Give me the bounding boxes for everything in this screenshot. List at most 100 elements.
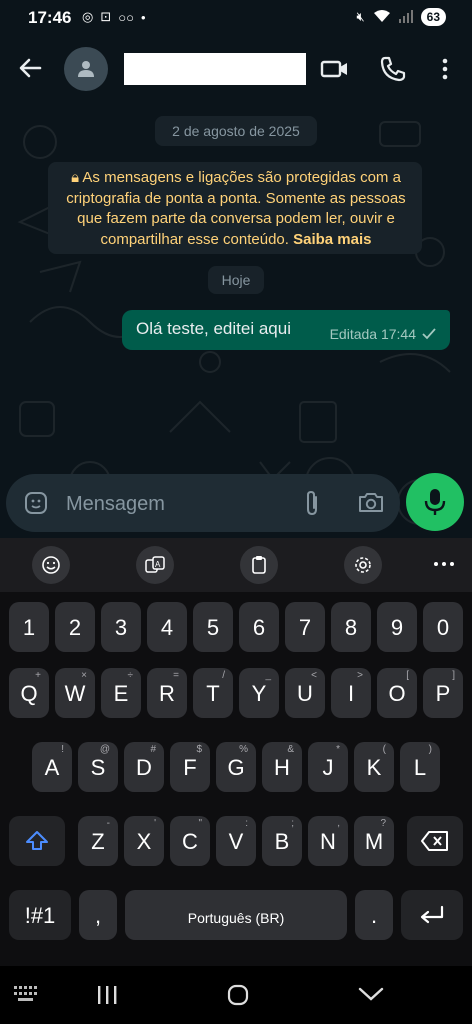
key-g-label: G [227,755,245,780]
key-f[interactable]: F $ [170,742,210,792]
video-call-icon[interactable] [320,54,350,84]
key-q[interactable]: Q + [9,668,49,718]
key-s[interactable]: S @ [78,742,118,792]
key-b-label: B [274,829,290,854]
encryption-notice[interactable]: 🔒︎ As mensagens e ligações são protegida… [48,162,422,254]
key-4[interactable]: 4 [147,602,187,652]
translate-icon[interactable]: A [136,546,174,584]
contact-name-redacted[interactable] [124,53,306,85]
back-chevron-icon[interactable] [358,986,384,1007]
key-8[interactable]: 8 [331,602,371,652]
key-w-secondary: × [81,670,87,681]
key-l-secondary: ) [428,744,432,755]
key-w[interactable]: W × [55,668,95,718]
key-j-secondary: * [336,744,340,755]
microphone-icon [424,489,446,515]
attach-clip-icon[interactable] [302,489,322,522]
enter-key[interactable] [401,890,463,940]
key-g[interactable]: G% [216,742,256,792]
key-k-label: K [366,755,382,780]
message-input[interactable] [64,486,278,522]
key-d-label: D [136,755,152,780]
key-h[interactable]: H & [262,742,302,792]
key-d-secondary: # [150,744,156,755]
key-c-label: C [182,829,198,854]
key-2[interactable]: 2 [55,602,95,652]
key-m[interactable]: M? [354,816,394,866]
key-e[interactable]: E ÷ [101,668,141,718]
home-icon[interactable] [226,983,250,1012]
key-o[interactable]: O[ [377,668,417,718]
key-r-label: R [159,681,175,706]
key-a-label: A [44,755,60,780]
key-7-label: 7 [298,615,312,640]
key-a[interactable]: A! [32,742,72,792]
key-6[interactable]: 6 [239,602,279,652]
check-sent-icon [422,328,436,340]
key-v[interactable]: V: [216,816,256,866]
key-5[interactable]: 5 [193,602,233,652]
battery-level: 63 [420,8,446,26]
settings-icon[interactable] [344,546,382,584]
key-x-label: X [136,829,152,854]
key-h-secondary: & [287,744,294,755]
period-key[interactable]: . [355,890,393,940]
recents-icon[interactable] [96,984,118,1011]
enter-icon [420,905,444,924]
chat-header [0,36,472,102]
chat-area[interactable]: 2 de agosto de 2025 🔒︎ As mensagens e li… [0,102,472,538]
key-k[interactable]: K( [354,742,394,792]
outgoing-message-bubble[interactable]: Olá teste, editei aqui Editada 17:44 [122,310,450,350]
avatar[interactable] [64,47,108,91]
notification-icon: ◎ [82,9,94,24]
key-j[interactable]: J * [308,742,348,792]
clipboard-icon[interactable] [240,546,278,584]
backspace-key[interactable] [407,816,463,866]
key-c[interactable]: C " [170,816,210,866]
microphone-button[interactable] [406,473,464,531]
key-i[interactable]: I > [331,668,371,718]
key-0[interactable]: 0 [423,602,463,652]
key-l[interactable]: L) [400,742,440,792]
phone-call-icon[interactable] [378,54,408,84]
emoji-icon[interactable] [32,546,70,584]
key-2-label: 2 [68,615,82,640]
symbols-key[interactable]: !#1 [9,890,71,940]
key-u[interactable]: U < [285,668,325,718]
key-z[interactable]: Z- [78,816,118,866]
key-d[interactable]: D # [124,742,164,792]
key-0-label: 0 [436,615,450,640]
screenshot-icon: ⊡ [100,9,112,24]
key-b[interactable]: B; [262,816,302,866]
key-c-secondary: " [198,818,202,829]
sticker-icon[interactable] [24,491,48,520]
key-y[interactable]: Y _ [239,668,279,718]
space-key[interactable]: Português (BR) [125,890,347,940]
period-key-label: . [370,903,378,928]
key-9[interactable]: 9 [377,602,417,652]
key-h-label: H [274,755,290,780]
key-x[interactable]: X ' [124,816,164,866]
key-r[interactable]: R = [147,668,187,718]
key-1[interactable]: 1 [9,602,49,652]
date-chip: 2 de agosto de 2025 [155,116,317,146]
comma-key[interactable]: , [79,890,117,940]
comma-key-label: , [94,903,102,928]
keyboard-grid-icon[interactable] [14,986,38,1007]
key-t[interactable]: T / [193,668,233,718]
key-n-secondary: , [337,818,340,829]
learn-more-link[interactable]: Saiba mais [293,231,371,248]
shift-key[interactable] [9,816,65,866]
key-9-label: 9 [390,615,404,640]
more-horizontal-icon[interactable] [432,552,456,576]
key-i-label: I [347,681,355,706]
key-5-label: 5 [206,615,220,640]
camera-icon[interactable] [358,490,384,519]
more-vertical-icon[interactable] [430,54,460,84]
key-p[interactable]: P] [423,668,463,718]
key-3[interactable]: 3 [101,602,141,652]
back-arrow-icon[interactable] [16,54,44,82]
key-n[interactable]: N, [308,816,348,866]
system-navbar [0,966,472,1024]
key-7[interactable]: 7 [285,602,325,652]
